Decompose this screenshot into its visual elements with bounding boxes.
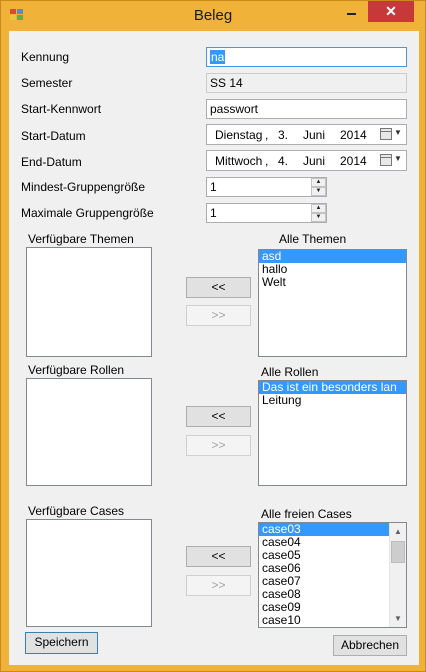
form-client-area: Kennung na Semester SS 14 Start-Kennwort… (9, 31, 419, 665)
close-icon: ✕ (385, 3, 397, 19)
list-item[interactable]: case08 (259, 588, 389, 601)
minimize-button[interactable] (338, 1, 365, 22)
semester-value: SS 14 (210, 76, 243, 90)
start-kennwort-input[interactable]: passwort (206, 99, 407, 119)
calendar-icon[interactable] (380, 154, 392, 166)
list-item[interactable]: Welt (259, 276, 406, 289)
cancel-button[interactable]: Abbrechen (333, 635, 407, 656)
end-datum-month: Juni (303, 154, 326, 168)
verfuegbare-themen-list[interactable] (26, 247, 152, 357)
spin-down-icon[interactable]: ▼ (311, 187, 326, 196)
end-datum-label: End-Datum (21, 155, 82, 169)
alle-freien-cases-label: Alle freien Cases (261, 507, 352, 521)
end-datum-year: 2014 (340, 154, 367, 168)
mindest-gruppengroesse-stepper[interactable]: 1 ▲ ▼ (206, 177, 327, 197)
list-item[interactable]: hallo (259, 263, 406, 276)
kennung-value: na (210, 50, 226, 64)
cases-move-right-button[interactable]: >> (186, 575, 251, 596)
spin-down-icon[interactable]: ▼ (311, 213, 326, 222)
alle-themen-label: Alle Themen (279, 232, 347, 246)
alle-themen-list[interactable]: asd hallo Welt (258, 249, 407, 357)
cases-scrollbar[interactable]: ▲ ▼ (389, 523, 406, 627)
dropdown-arrow-icon[interactable]: ▼ (394, 154, 402, 163)
verfuegbare-cases-list[interactable] (26, 519, 152, 627)
end-datum-weekday: Mittwoch (215, 154, 263, 168)
start-kennwort-value: passwort (210, 102, 259, 116)
end-datum-sep: , (265, 154, 269, 168)
list-item[interactable]: case07 (259, 575, 389, 588)
rollen-move-right-button[interactable]: >> (186, 435, 251, 456)
maximale-gruppengroesse-value: 1 (210, 206, 217, 220)
list-item[interactable]: case03 (259, 523, 389, 536)
kennung-input[interactable]: na (206, 47, 407, 67)
list-item[interactable]: Leitung (259, 394, 406, 407)
scrollbar-thumb[interactable] (391, 541, 405, 563)
title-bar[interactable]: Beleg ✕ (1, 1, 425, 31)
verfuegbare-themen-label: Verfügbare Themen (28, 232, 134, 246)
start-datum-label: Start-Datum (21, 129, 86, 143)
list-item[interactable]: case10 (259, 614, 389, 627)
list-item[interactable]: case06 (259, 562, 389, 575)
list-item[interactable]: case04 (259, 536, 389, 549)
rollen-move-left-button[interactable]: << (186, 406, 251, 427)
alle-rollen-list[interactable]: Das ist ein besonders lan Leitung (258, 380, 407, 486)
semester-label: Semester (21, 76, 73, 90)
start-datum-month: Juni (303, 128, 326, 142)
maximale-gruppengroesse-stepper[interactable]: 1 ▲ ▼ (206, 203, 327, 223)
close-button[interactable]: ✕ (368, 1, 414, 22)
themen-move-left-button[interactable]: << (186, 277, 251, 298)
verfuegbare-cases-label: Verfügbare Cases (28, 504, 125, 518)
alle-freien-cases-list[interactable]: case03 case04 case05 case06 case07 case0… (258, 522, 407, 628)
themen-move-right-button[interactable]: >> (186, 305, 251, 326)
alle-rollen-label: Alle Rollen (261, 365, 319, 379)
end-datum-picker[interactable]: Mittwoch , 4. Juni 2014 ▼ (206, 150, 407, 171)
start-datum-year: 2014 (340, 128, 367, 142)
start-datum-sep: , (265, 128, 269, 142)
list-item[interactable]: case09 (259, 601, 389, 614)
minimize-icon (347, 13, 356, 15)
beleg-window: Beleg ✕ Kennung na Semester SS 14 Start-… (0, 0, 426, 672)
cases-move-left-button[interactable]: << (186, 546, 251, 567)
scroll-up-icon[interactable]: ▲ (390, 523, 406, 540)
kennung-label: Kennung (21, 50, 70, 64)
start-datum-picker[interactable]: Dienstag , 3. Juni 2014 ▼ (206, 124, 407, 145)
list-item[interactable]: Das ist ein besonders lan (259, 381, 406, 394)
spin-up-icon[interactable]: ▲ (311, 178, 326, 187)
list-item[interactable]: case05 (259, 549, 389, 562)
mindest-gruppengroesse-label: Mindest-Gruppengröße (21, 180, 146, 194)
mindest-gruppengroesse-value: 1 (210, 180, 217, 194)
dropdown-arrow-icon[interactable]: ▼ (394, 128, 402, 137)
start-datum-weekday: Dienstag (215, 128, 263, 142)
save-button[interactable]: Speichern (25, 632, 98, 654)
verfuegbare-rollen-list[interactable] (26, 378, 152, 486)
start-kennwort-label: Start-Kennwort (21, 102, 102, 116)
calendar-icon[interactable] (380, 128, 392, 140)
semester-field: SS 14 (206, 73, 407, 93)
verfuegbare-rollen-label: Verfügbare Rollen (28, 363, 125, 377)
start-datum-day: 3. (278, 128, 289, 142)
scroll-down-icon[interactable]: ▼ (390, 610, 406, 627)
spin-up-icon[interactable]: ▲ (311, 204, 326, 213)
list-item[interactable]: asd (259, 250, 406, 263)
end-datum-day: 4. (278, 154, 289, 168)
maximale-gruppengroesse-label: Maximale Gruppengröße (21, 206, 154, 220)
